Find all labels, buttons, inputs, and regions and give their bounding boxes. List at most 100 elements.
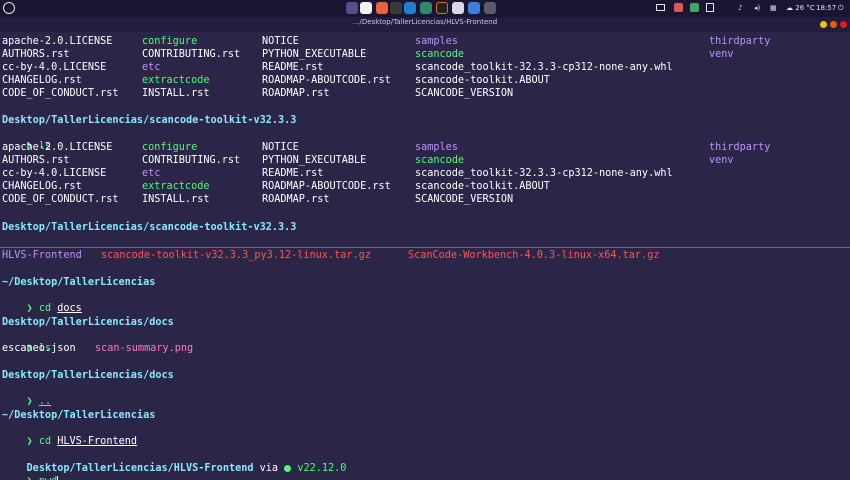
prompt-path: Desktop/TallerLicencias/docs <box>2 370 174 381</box>
file-name: samples <box>415 36 458 47</box>
app-dark-icon[interactable] <box>436 2 448 14</box>
file-name: ROADMAP.rst <box>262 88 330 99</box>
file-name: AUTHORS.rst <box>2 49 70 60</box>
listing-row: HLVS-Frontend scancode-toolkit-v32.3.3_p… <box>2 249 659 262</box>
app-editor-icon[interactable] <box>420 2 432 14</box>
tray-screen-icon[interactable] <box>656 4 665 11</box>
listing-row: AUTHORS.rst CONTRIBUTING.rst PYTHON_EXEC… <box>2 154 734 167</box>
minimize-button[interactable] <box>820 21 827 28</box>
file-name: INSTALL.rst <box>142 194 210 205</box>
tray-network-icon[interactable]: ▦ <box>770 3 777 13</box>
command-text: .. <box>38 396 52 407</box>
file-name: CODE_OF_CONDUCT.rst <box>2 88 119 99</box>
file-name: NOTICE <box>262 36 299 47</box>
weather-icon: ☁ <box>786 4 793 12</box>
app-firefox-icon[interactable] <box>376 2 388 14</box>
file-name: etc <box>142 168 161 179</box>
file-name: samples <box>415 142 458 153</box>
tray-volume-icon[interactable]: ◂) <box>754 3 760 13</box>
system-top-bar: ♪ ◂) ▦ ☁ 26 °C 18:57 ⏻ <box>0 0 850 17</box>
file-name: scancode_toolkit-32.3.3-cp312-none-any.w… <box>415 168 673 179</box>
command-line: ❯ cd docs <box>2 289 82 314</box>
file-name: PYTHON_EXECUTABLE <box>262 49 367 60</box>
file-name: SCANCODE_VERSION <box>415 194 514 205</box>
file-name: scancode-toolkit.ABOUT <box>415 75 550 86</box>
file-name: CODE_OF_CONDUCT.rst <box>2 194 119 205</box>
terminal-pane-bottom[interactable]: HLVS-Frontend scancode-toolkit-v32.3.3_p… <box>0 248 850 480</box>
file-name: CHANGELOG.rst <box>2 75 82 86</box>
file-name: CONTRIBUTING.rst <box>142 155 241 166</box>
file-name: ROADMAP-ABOUTCODE.rst <box>262 181 391 192</box>
file-name: CHANGELOG.rst <box>2 181 82 192</box>
tray-app-icon[interactable] <box>690 3 699 12</box>
file-name: thirdparty <box>709 142 771 153</box>
listing-row: apache-2.0.LICENSE configure NOTICE samp… <box>2 35 770 48</box>
listing-row: AUTHORS.rst CONTRIBUTING.rst PYTHON_EXEC… <box>2 48 734 61</box>
file-name: scan-summary.png <box>95 343 194 354</box>
file-name: ROADMAP-ABOUTCODE.rst <box>262 75 391 86</box>
clock-text[interactable]: 18:57 <box>816 3 836 13</box>
file-name: configure <box>142 142 198 153</box>
command-text: cd <box>38 436 52 447</box>
command-line: ❯ cd HLVS-Frontend <box>2 422 137 447</box>
file-name: escaneo.json <box>2 343 76 354</box>
file-name: scancode <box>415 155 465 166</box>
tray-music-icon[interactable]: ♪ <box>738 3 742 13</box>
listing-row: apache-2.0.LICENSE configure NOTICE samp… <box>2 141 770 154</box>
command-input[interactable]: pwd <box>39 476 57 480</box>
listing-row: CODE_OF_CONDUCT.rst INSTALL.rst ROADMAP.… <box>2 87 513 100</box>
file-name: ScanCode-Workbench-4.0.3-linux-x64.tar.g… <box>408 250 660 261</box>
activities-button[interactable] <box>3 2 15 14</box>
file-name: extractcode <box>142 75 210 86</box>
app-bluetooth-icon[interactable] <box>468 2 480 14</box>
listing-row: escaneo.json scan-summary.png <box>2 342 193 355</box>
command-line: ❯ .. <box>2 382 52 407</box>
command-text: cd <box>38 303 52 314</box>
app-files-icon[interactable] <box>346 2 358 14</box>
app-light-icon[interactable] <box>452 2 464 14</box>
file-name: apache-2.0.LICENSE <box>2 36 113 47</box>
command-input-line[interactable]: ❯ pwd <box>2 462 59 480</box>
node-version: v22.12.0 <box>297 463 347 474</box>
command-argument: docs <box>57 303 82 314</box>
window-title: .../Desktop/TallerLicencias/HLVS-Fronten… <box>352 18 498 26</box>
weather-text[interactable]: ☁ 26 °C <box>786 3 815 13</box>
power-icon[interactable]: ⏻ <box>838 3 844 13</box>
app-terminal-icon[interactable] <box>390 2 402 14</box>
file-name: cc-by-4.0.LICENSE <box>2 168 107 179</box>
prompt-arrow-icon: ❯ <box>26 436 33 447</box>
file-name: ROADMAP.rst <box>262 194 330 205</box>
file-name: README.rst <box>262 62 324 73</box>
app-code-icon[interactable] <box>404 2 416 14</box>
file-name: INSTALL.rst <box>142 88 210 99</box>
file-name: scancode_toolkit-32.3.3-cp312-none-any.w… <box>415 62 673 73</box>
prompt-path: Desktop/TallerLicencias/scancode-toolkit… <box>2 222 297 233</box>
prompt-arrow-icon: ❯ <box>26 303 33 314</box>
close-button[interactable] <box>840 21 847 28</box>
file-name: scancode-toolkit-v32.3.3_py3.12-linux.ta… <box>101 250 371 261</box>
file-name: NOTICE <box>262 142 299 153</box>
file-name: CONTRIBUTING.rst <box>142 49 241 60</box>
maximize-button[interactable] <box>830 21 837 28</box>
file-name: apache-2.0.LICENSE <box>2 142 113 153</box>
tray-clipboard-icon[interactable] <box>706 3 714 12</box>
file-name: etc <box>142 62 161 73</box>
command-line: ❯ <box>2 234 33 247</box>
terminal-pane-top[interactable]: apache-2.0.LICENSE configure NOTICE samp… <box>0 32 850 247</box>
terminal-title-bar: .../Desktop/TallerLicencias/HLVS-Fronten… <box>0 17 850 32</box>
prompt-via: via <box>259 463 279 474</box>
tray-palette-icon[interactable] <box>674 3 683 12</box>
app-browser-icon[interactable] <box>360 2 372 14</box>
prompt-path: Desktop/TallerLicencias/HLVS-Frontend <box>26 463 254 474</box>
file-name: venv <box>709 49 734 60</box>
prompt-arrow-icon: ❯ <box>27 476 33 480</box>
app-settings-icon[interactable] <box>484 2 496 14</box>
nodejs-icon <box>284 464 292 472</box>
listing-row: cc-by-4.0.LICENSE etc README.rst scancod… <box>2 167 673 180</box>
file-name: AUTHORS.rst <box>2 155 70 166</box>
prompt-path: Desktop/TallerLicencias/docs <box>2 317 174 328</box>
weather-temperature: 26 °C <box>795 4 815 12</box>
file-name: README.rst <box>262 168 324 179</box>
prompt-line: Desktop/TallerLicencias/HLVS-Frontend vi… <box>2 449 347 474</box>
listing-row: cc-by-4.0.LICENSE etc README.rst scancod… <box>2 61 673 74</box>
